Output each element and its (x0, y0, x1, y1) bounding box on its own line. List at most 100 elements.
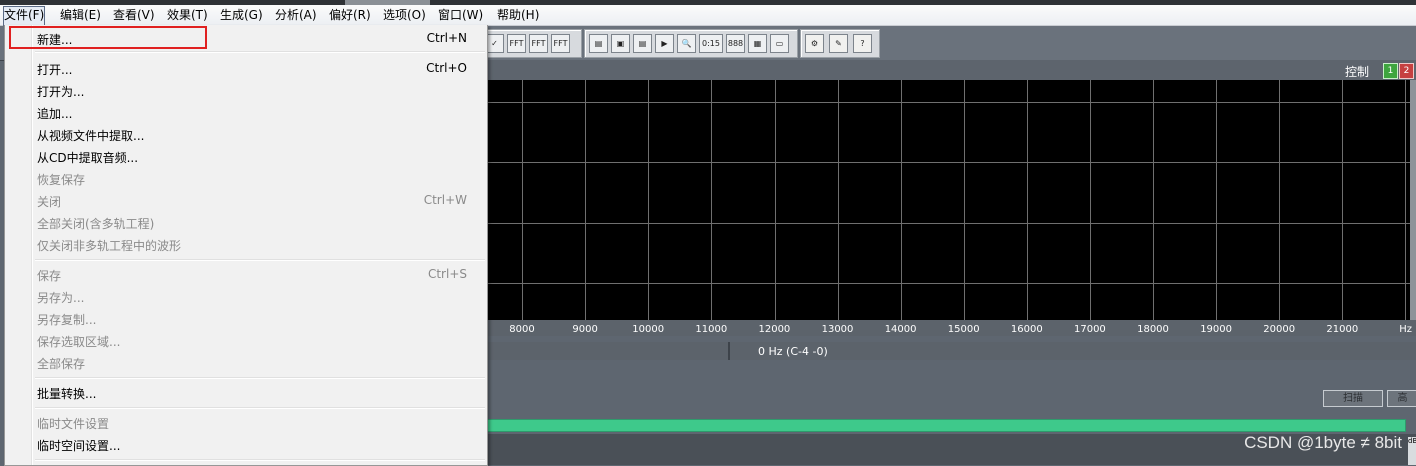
menu-generate[interactable]: 生成(G) (220, 6, 263, 24)
menu-item-label: 从视频文件中提取... (37, 129, 145, 143)
menu-item-shortcut: Ctrl+N (426, 31, 467, 45)
menu-item-label: 临时空间设置... (37, 439, 121, 453)
axis-tick-label: 18000 (1137, 324, 1169, 335)
file-menu-item: 保存 Ctrl+S (5, 263, 487, 285)
grid-vline (1153, 80, 1154, 320)
menu-bar: 文件(F) 编辑(E) 查看(V) 效果(T) 生成(G) 分析(A) 偏好(R… (0, 5, 1416, 26)
multitrack-icon[interactable]: ▤ (633, 34, 652, 53)
menu-help[interactable]: 帮助(H) (497, 6, 539, 24)
axis-tick-label: 10000 (632, 324, 665, 335)
toolbar-group-tools: ⚙ ✎ ? (800, 29, 880, 58)
file-menu-dropdown: 新建... Ctrl+N 打开... Ctrl+O 打开为... 追加... 从视频文件中提… (4, 25, 488, 466)
frequency-readout: 0 Hz (C-4 -0) (758, 345, 828, 358)
status-separator (728, 342, 730, 360)
menu-separator (35, 407, 485, 409)
frequency-axis: Hz 8000 9000 10000 11000 12000 13000 14000 1500… (486, 320, 1416, 336)
axis-tick-label: 15000 (947, 324, 980, 335)
grid-vline (711, 80, 712, 320)
axis-tick-label: 17000 (1073, 324, 1106, 335)
menu-item-label: 保存选取区域... (37, 335, 121, 349)
file-menu-item[interactable]: 追加... (5, 101, 487, 123)
control-button-1[interactable]: 1 (1383, 63, 1398, 79)
edit-script-icon[interactable]: ✎ (829, 34, 848, 53)
menu-item-label: 保存 (37, 269, 62, 283)
file-menu-item[interactable]: 临时空间设置... (5, 433, 487, 455)
fft-icon[interactable]: FFT (551, 34, 570, 53)
grid-vline (901, 80, 902, 320)
meter-icon[interactable]: ▦ (748, 34, 767, 53)
axis-tick-label: 16000 (1010, 324, 1043, 335)
grid-vline (648, 80, 649, 320)
axis-tick-label: 8000 (509, 324, 535, 335)
axis-tick-label: 14000 (884, 324, 917, 335)
waveform-icon[interactable]: ▤ (589, 34, 608, 53)
file-menu-item: 恢复保存 (5, 167, 487, 189)
vertical-scrollbar[interactable] (1410, 80, 1416, 320)
axis-tick-label: 13000 (821, 324, 854, 335)
fft-icon[interactable]: FFT (507, 34, 526, 53)
axis-tick-label: 11000 (695, 324, 728, 335)
axis-tick-label: 19000 (1200, 324, 1232, 335)
grid-vline (585, 80, 586, 320)
menu-edit[interactable]: 编辑(E) (60, 6, 101, 24)
fft-icon[interactable]: FFT (529, 34, 548, 53)
grid-hline (486, 102, 1410, 103)
grid-hline (486, 162, 1410, 163)
menu-item-label: 打开... (37, 63, 73, 77)
menu-view[interactable]: 查看(V) (113, 6, 155, 24)
menu-separator (35, 51, 485, 53)
menu-window[interactable]: 窗口(W) (438, 6, 483, 24)
axis-tick-label: 9000 (572, 324, 598, 335)
menu-item-shortcut: Ctrl+O (426, 61, 467, 75)
grid-vline (1279, 80, 1280, 320)
menu-item-label: 仅关闭非多轨工程中的波形 (37, 239, 182, 253)
menu-item-shortcut: Ctrl+W (423, 193, 467, 207)
toolbar-group-view: ▤ ▣ ▤ ▶ 🔍 0:15 888 ▦ ▭ (584, 29, 798, 58)
file-menu-item: 保存选取区域... (5, 329, 487, 351)
help-icon[interactable]: ? (853, 34, 872, 53)
file-menu-item: 关闭 Ctrl+W (5, 189, 487, 211)
menu-item-label: 临时文件设置 (37, 417, 110, 431)
file-menu-item[interactable]: 批量转换... (5, 381, 487, 403)
menu-item-shortcut: Ctrl+S (427, 267, 467, 281)
axis-tick-label: 12000 (758, 324, 791, 335)
menu-item-label: 恢复保存 (37, 173, 86, 187)
menu-effects[interactable]: 效果(T) (167, 6, 208, 24)
time-display-icon[interactable]: 0:15 (699, 34, 723, 53)
counter-icon[interactable]: 888 (726, 34, 745, 53)
menu-options[interactable]: 选项(O) (383, 6, 426, 24)
menu-item-label: 追加... (37, 107, 73, 121)
file-menu-item: 另存为... (5, 285, 487, 307)
scan-button[interactable]: 扫描 (1323, 390, 1383, 407)
play-icon[interactable]: ▶ (655, 34, 674, 53)
frequency-analysis-plot[interactable] (486, 80, 1410, 320)
file-menu-item[interactable]: 从CD中提取音频... (5, 145, 487, 167)
panel-icon[interactable]: ▭ (770, 34, 789, 53)
menu-analyze[interactable]: 分析(A) (275, 6, 317, 24)
settings-icon[interactable]: ⚙ (805, 34, 824, 53)
spectral-icon[interactable]: ▣ (611, 34, 630, 53)
control-bar: 控制 1 2 (486, 60, 1416, 80)
menu-separator (35, 259, 485, 261)
menu-favorites[interactable]: 偏好(R) (329, 6, 371, 24)
zoom-icon[interactable]: 🔍 (677, 34, 696, 53)
control-label: 控制 (1344, 65, 1369, 79)
file-menu-item: 仅关闭非多轨工程中的波形 (5, 233, 487, 255)
watermark: CSDN @1byte ≠ 8bit (1244, 433, 1402, 452)
corner-label: dB (1408, 437, 1416, 465)
high-button[interactable]: 高 (1387, 390, 1416, 407)
toolbar-group-analysis: ✓ FFT FFT FFT (480, 29, 582, 58)
file-menu-item: 全部保存 (5, 351, 487, 373)
menu-separator (35, 459, 485, 461)
grid-vline (1027, 80, 1028, 320)
menu-file[interactable]: 文件(F) (3, 6, 46, 26)
file-menu-item[interactable]: 打开为... (5, 79, 487, 101)
grid-vline (775, 80, 776, 320)
grid-vline (1090, 80, 1091, 320)
control-button-2[interactable]: 2 (1399, 63, 1414, 79)
file-menu-item[interactable]: 打开... Ctrl+O (5, 57, 487, 79)
axis-unit: Hz (1399, 324, 1412, 335)
file-menu-item[interactable]: 从视频文件中提取... (5, 123, 487, 145)
grid-vline (522, 80, 523, 320)
grid-vline (1216, 80, 1217, 320)
